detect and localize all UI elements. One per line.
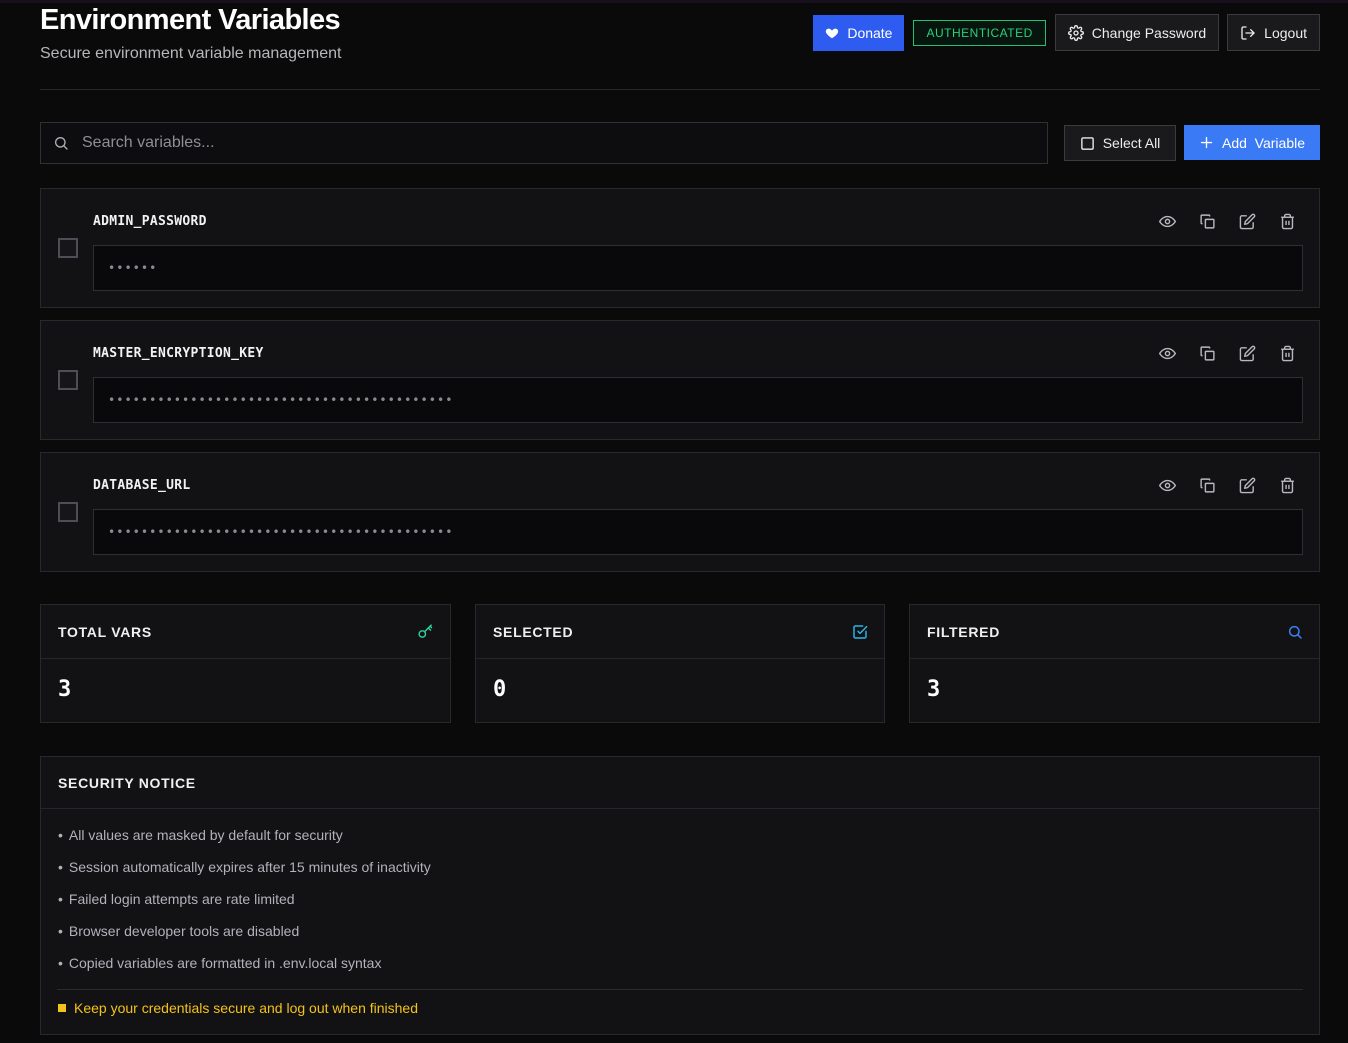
change-password-button[interactable]: Change Password: [1054, 14, 1220, 51]
select-all-button[interactable]: Select All: [1064, 125, 1176, 161]
divider: [57, 989, 1303, 990]
stat-total-vars: TOTAL VARS 3: [40, 604, 451, 723]
security-warning: Keep your credentials secure and log out…: [58, 1000, 418, 1016]
logout-label: Logout: [1264, 24, 1307, 41]
edit-icon[interactable]: [1237, 343, 1257, 363]
variable-name: DATABASE_URL: [93, 478, 191, 493]
heart-icon: [825, 26, 839, 40]
stat-value: 3: [927, 677, 941, 702]
variable-card: MASTER_ENCRYPTION_KEY ••••••••••••••••••…: [40, 320, 1320, 440]
gear-icon: [1067, 24, 1084, 41]
security-notice-list: All values are masked by default for sec…: [41, 809, 1319, 987]
header-actions: Donate AUTHENTICATED Change Password Log…: [813, 14, 1320, 51]
search-icon: [53, 135, 69, 151]
page-title: Environment Variables: [40, 4, 341, 36]
variable-value: ••••••••••••••••••••••••••••••••••••••••…: [93, 509, 1303, 555]
eye-icon[interactable]: [1157, 211, 1177, 231]
stat-header: SELECTED: [476, 605, 884, 659]
select-all-label: Select All: [1102, 135, 1161, 151]
page-subtitle: Secure environment variable management: [40, 45, 342, 62]
trash-icon[interactable]: [1277, 475, 1297, 495]
checkbox-icon: [1080, 136, 1095, 151]
donate-label: Donate: [847, 24, 893, 41]
donate-button[interactable]: Donate: [813, 14, 905, 51]
list-item: Failed login attempts are rate limited: [58, 891, 1319, 923]
variable-card: ADMIN_PASSWORD ••••••: [40, 188, 1320, 308]
list-item: All values are masked by default for sec…: [58, 827, 1319, 859]
stat-label: SELECTED: [493, 623, 574, 640]
variable-value: ••••••: [93, 245, 1303, 291]
variable-actions: [1157, 211, 1297, 231]
variable-card: DATABASE_URL •••••••••••••••••••••••••••…: [40, 452, 1320, 572]
search-box: [40, 122, 1048, 164]
key-icon: [417, 623, 434, 640]
logout-button[interactable]: Logout: [1227, 14, 1320, 51]
variable-actions: [1157, 475, 1297, 495]
list-item: Session automatically expires after 15 m…: [58, 859, 1319, 891]
check-square-icon: [852, 624, 868, 640]
variable-actions: [1157, 343, 1297, 363]
trash-icon[interactable]: [1277, 211, 1297, 231]
copy-icon[interactable]: [1197, 475, 1217, 495]
list-item: Copied variables are formatted in .env.l…: [58, 955, 1319, 987]
edit-icon[interactable]: [1237, 211, 1257, 231]
variable-checkbox[interactable]: [58, 502, 78, 522]
variable-name: MASTER_ENCRYPTION_KEY: [93, 346, 264, 361]
copy-icon[interactable]: [1197, 343, 1217, 363]
stat-label: FILTERED: [927, 623, 1001, 640]
page-container: Environment Variables Secure environment…: [40, 0, 1320, 1035]
authenticated-badge: AUTHENTICATED: [913, 19, 1046, 46]
edit-icon[interactable]: [1237, 475, 1257, 495]
page-header: Environment Variables Secure environment…: [40, 0, 1320, 90]
search-icon: [1287, 624, 1303, 640]
add-variable-label: Add Variable: [1221, 134, 1305, 151]
variable-value: ••••••••••••••••••••••••••••••••••••••••…: [93, 377, 1303, 423]
eye-icon[interactable]: [1157, 343, 1177, 363]
logout-icon: [1240, 25, 1256, 41]
stat-selected: SELECTED 0: [475, 604, 885, 723]
warning-square-icon: [58, 1004, 66, 1012]
plus-icon: [1199, 135, 1214, 150]
security-notice: SECURITY NOTICE All values are masked by…: [40, 756, 1320, 1035]
stat-value: 3: [58, 677, 72, 702]
trash-icon[interactable]: [1277, 343, 1297, 363]
eye-icon[interactable]: [1157, 475, 1177, 495]
copy-icon[interactable]: [1197, 211, 1217, 231]
stat-header: FILTERED: [910, 605, 1319, 659]
stat-label: TOTAL VARS: [58, 623, 152, 640]
stat-filtered: FILTERED 3: [909, 604, 1320, 723]
security-notice-title: SECURITY NOTICE: [41, 757, 1319, 809]
variable-checkbox[interactable]: [58, 238, 78, 258]
list-item: Browser developer tools are disabled: [58, 923, 1319, 955]
stat-value: 0: [493, 677, 507, 702]
toolbar: Select All Add Variable: [40, 122, 1320, 164]
add-variable-button[interactable]: Add Variable: [1184, 125, 1320, 160]
search-input[interactable]: [82, 123, 1047, 163]
stat-header: TOTAL VARS: [41, 605, 450, 659]
variable-name: ADMIN_PASSWORD: [93, 214, 207, 229]
security-warning-text: Keep your credentials secure and log out…: [74, 1000, 418, 1016]
variable-checkbox[interactable]: [58, 370, 78, 390]
change-password-label: Change Password: [1091, 24, 1207, 41]
